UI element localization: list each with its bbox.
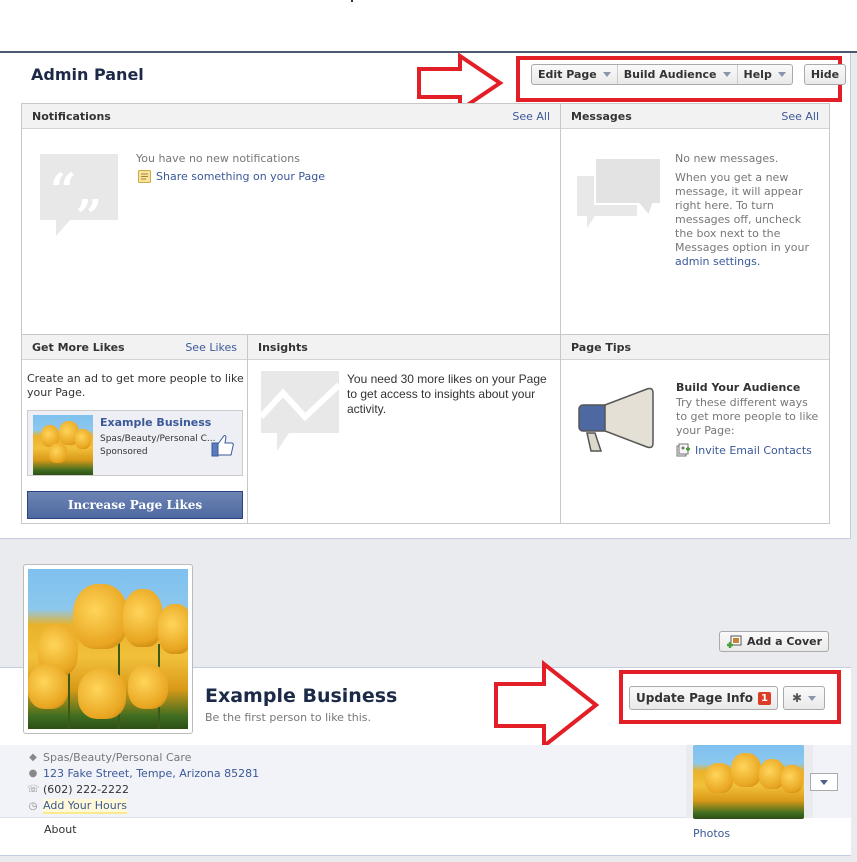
notifications-see-all-link[interactable]: See All	[512, 110, 550, 123]
about-link[interactable]: About	[44, 823, 77, 836]
thumbs-up-icon	[211, 435, 234, 457]
get-more-likes-description: Create an ad to get more people to like …	[27, 372, 244, 399]
messages-panel: Messages See All No new messages. When y…	[560, 103, 830, 335]
build-audience-tip-title: Build Your Audience	[676, 381, 801, 394]
hours-row: ◷ Add Your Hours	[27, 799, 127, 814]
get-more-likes-title: Get More Likes	[32, 340, 125, 354]
insights-header: Insights	[248, 335, 560, 360]
help-label: Help	[743, 68, 772, 81]
add-cover-button[interactable]: Add a Cover	[719, 631, 830, 652]
photos-thumbnail[interactable]	[693, 745, 804, 819]
see-likes-link[interactable]: See Likes	[185, 341, 237, 354]
increase-page-likes-button[interactable]: Increase Page Likes	[27, 491, 243, 519]
ad-business-name: Example Business	[100, 416, 212, 429]
admin-toolbar: Edit Page Build Audience Help Hide	[531, 64, 847, 85]
add-hours-link[interactable]: Add Your Hours	[43, 799, 127, 814]
add-photo-icon	[727, 635, 742, 648]
megaphone-icon	[578, 387, 654, 452]
category-row: ◆ Spas/Beauty/Personal Care	[27, 751, 191, 764]
messages-see-all-link[interactable]: See All	[781, 110, 819, 123]
page-settings-button[interactable]: ✱	[783, 686, 826, 710]
page-tips-panel: Page Tips Build Your Audience Try these …	[560, 334, 830, 524]
phone-text: (602) 222-2222	[43, 783, 130, 796]
address-row: ● 123 Fake Street, Tempe, Arizona 85281	[27, 767, 259, 780]
admin-panel-title: Admin Panel	[31, 65, 144, 84]
quote-bubble-icon: “„	[40, 154, 118, 236]
page-likes-text: Be the first person to like this.	[205, 711, 372, 724]
chevron-down-icon	[808, 695, 817, 701]
admin-settings-link[interactable]: admin settings.	[675, 255, 760, 268]
chat-bubbles-icon	[577, 158, 662, 228]
clock-icon: ◷	[28, 801, 38, 812]
no-messages-text: No new messages.	[675, 152, 779, 165]
insights-panel: Insights You need 30 more likes on your …	[247, 334, 561, 524]
build-audience-button[interactable]: Build Audience	[618, 65, 738, 84]
invite-email-contacts-label: Invite Email Contacts	[695, 443, 812, 457]
ad-preview[interactable]: Example Business Spas/Beauty/Personal C.…	[27, 410, 243, 476]
page-tips-title: Page Tips	[571, 340, 632, 354]
notification-badge: 1	[758, 691, 771, 705]
category-text: Spas/Beauty/Personal Care	[43, 751, 192, 764]
chevron-down-icon	[777, 72, 786, 77]
profile-image	[28, 569, 188, 729]
messages-header: Messages See All	[561, 104, 829, 129]
admin-panel: Admin Panel Edit Page Build Audience Hel…	[0, 53, 851, 539]
ad-thumbnail	[33, 415, 93, 475]
edit-page-label: Edit Page	[538, 68, 597, 81]
top-blank-area	[0, 0, 857, 52]
build-audience-label: Build Audience	[623, 68, 717, 81]
invite-email-contacts-link[interactable]: Invite Email Contacts	[676, 443, 812, 457]
notifications-title: Notifications	[32, 109, 111, 123]
invite-contacts-icon	[676, 443, 690, 457]
annotation-arrow-icon	[494, 660, 600, 750]
note-icon	[138, 170, 151, 183]
edit-page-button[interactable]: Edit Page	[532, 65, 618, 84]
admin-menu-group: Edit Page Build Audience Help	[531, 64, 793, 85]
share-something-link[interactable]: Share something on your Page	[138, 170, 325, 183]
phone-icon: ☏	[27, 784, 40, 795]
chevron-down-icon	[722, 72, 731, 77]
update-page-info-button[interactable]: Update Page Info 1	[629, 686, 778, 710]
photos-link[interactable]: Photos	[693, 827, 730, 840]
page-tips-header: Page Tips	[561, 335, 829, 360]
svg-text:“„: “„	[50, 163, 103, 217]
notifications-header: Notifications See All	[22, 104, 560, 129]
help-button[interactable]: Help	[738, 65, 792, 84]
insights-chart-icon	[261, 371, 341, 451]
update-page-info-label: Update Page Info	[636, 690, 754, 705]
ad-sponsored-label: Sponsored	[100, 447, 148, 457]
insights-title: Insights	[258, 340, 308, 354]
profile-picture[interactable]	[23, 564, 193, 734]
chevron-down-icon	[602, 72, 611, 77]
messages-title: Messages	[571, 109, 632, 123]
location-pin-icon: ●	[28, 768, 38, 779]
no-notifications-text: You have no new notifications	[136, 152, 300, 165]
tag-icon: ◆	[29, 752, 37, 763]
insights-message: You need 30 more likes on your Page to g…	[347, 372, 547, 416]
page-name: Example Business	[205, 685, 398, 707]
address-link[interactable]: 123 Fake Street, Tempe, Arizona 85281	[43, 767, 259, 780]
share-something-label: Share something on your Page	[156, 170, 326, 183]
phone-row: ☏ (602) 222-2222	[27, 783, 129, 796]
add-cover-label: Add a Cover	[747, 635, 823, 648]
chevron-down-icon	[820, 779, 828, 785]
get-more-likes-panel: Get More Likes See Likes Create an ad to…	[21, 334, 248, 524]
stray-dot	[351, 0, 353, 2]
get-more-likes-header: Get More Likes See Likes	[22, 335, 247, 360]
page-info-section: ◆ Spas/Beauty/Personal Care ● 123 Fake S…	[0, 745, 686, 818]
notifications-panel: Notifications See All “„ You have no new…	[21, 103, 561, 335]
gear-icon: ✱	[792, 690, 803, 705]
build-audience-tip-body: Try these different ways to get more peo…	[676, 396, 819, 437]
more-apps-dropdown-button[interactable]	[810, 773, 838, 791]
messages-help-text: When you get a new message, it will appe…	[675, 171, 809, 254]
hide-button[interactable]: Hide	[803, 64, 847, 85]
ad-category: Spas/Beauty/Personal C...	[100, 434, 216, 444]
